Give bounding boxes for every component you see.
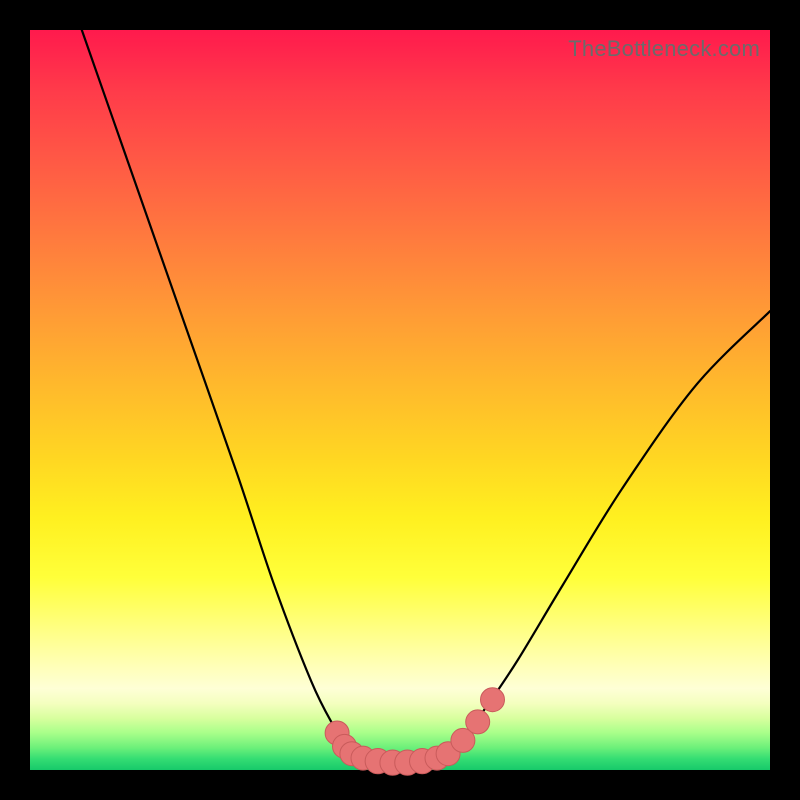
plot-area: TheBottleneck.com bbox=[30, 30, 770, 770]
curve-markers bbox=[325, 688, 504, 776]
curve-marker bbox=[466, 710, 490, 734]
curve-marker bbox=[481, 688, 505, 712]
chart-stage: TheBottleneck.com bbox=[0, 0, 800, 800]
bottleneck-curve bbox=[82, 30, 770, 763]
curve-svg bbox=[30, 30, 770, 770]
